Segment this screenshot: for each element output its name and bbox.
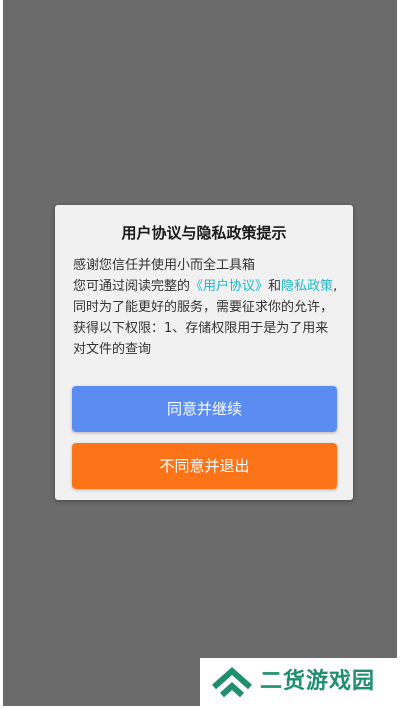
dialog-body: 感谢您信任并使用小而全工具箱 您可通过阅读完整的《用户协议》和隐私政策,同时为了… [73, 255, 339, 372]
dimmed-background: 用户协议与隐私政策提示 感谢您信任并使用小而全工具箱 您可通过阅读完整的《用户协… [3, 0, 397, 706]
and-text: 和 [268, 279, 282, 294]
dialog-title: 用户协议与隐私政策提示 [121, 224, 287, 242]
watermark: 二货游戏园 [200, 658, 400, 708]
read-prefix-text: 您可通过阅读完整的 [73, 279, 191, 294]
agree-button[interactable]: 同意并继续 [72, 386, 337, 432]
disagree-button[interactable]: 不同意并退出 [72, 443, 337, 489]
intro-text: 感谢您信任并使用小而全工具箱 [73, 258, 256, 273]
user-agreement-link[interactable]: 《用户协议》 [190, 279, 268, 294]
privacy-dialog: 用户协议与隐私政策提示 感谢您信任并使用小而全工具箱 您可通过阅读完整的《用户协… [55, 205, 353, 500]
privacy-policy-link[interactable]: 隐私政策 [281, 279, 333, 294]
watermark-text: 二货游戏园 [260, 669, 376, 694]
watermark-logo-icon [212, 666, 252, 698]
